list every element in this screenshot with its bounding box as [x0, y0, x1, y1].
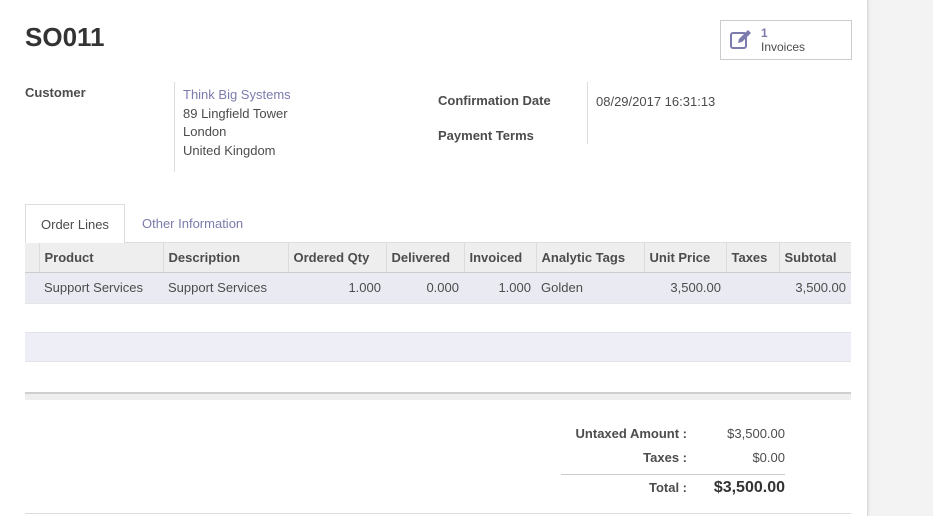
invoices-count: 1: [761, 26, 768, 40]
cell-subtotal: 3,500.00: [779, 272, 851, 304]
invoices-smart-button[interactable]: 1 Invoices: [720, 20, 852, 60]
record-title: SO011: [25, 22, 105, 52]
address-line: London: [183, 124, 227, 139]
column-header-description[interactable]: Description: [162, 243, 288, 273]
payment-terms-label: Payment Terms: [438, 128, 534, 143]
cell-unit-price: 3,500.00: [644, 272, 726, 304]
column-header-product[interactable]: Product: [38, 243, 163, 273]
column-header-analytic-tags[interactable]: Analytic Tags: [535, 243, 644, 273]
confirmation-date-value: 08/29/2017 16:31:13: [596, 94, 716, 109]
address-line: 89 Lingfield Tower: [183, 105, 288, 121]
field-divider: [174, 82, 175, 172]
totals-panel: Untaxed Amount : $3,500.00 Taxes : $0.00…: [485, 426, 785, 504]
taxes-label: Taxes :: [643, 450, 687, 465]
cell-analytic-tags: Golden: [536, 272, 644, 304]
handle-column-header: [25, 243, 39, 273]
notebook-tabs: Order Lines Other Information: [25, 204, 851, 244]
total-value: $3,500.00: [713, 479, 785, 496]
column-header-taxes[interactable]: Taxes: [725, 243, 779, 273]
column-header-ordered-qty[interactable]: Ordered Qty: [287, 243, 386, 273]
confirmation-date-label: Confirmation Date: [438, 93, 551, 108]
invoices-label: Invoices: [761, 40, 806, 54]
order-lines-table: Product Description Ordered Qty Delivere…: [25, 243, 851, 304]
total-label: Total :: [648, 480, 687, 495]
divider: [25, 513, 851, 514]
customer-address: Think Big Systems 89 Lingfield Tower Lon…: [183, 86, 291, 160]
column-header-delivered[interactable]: Delivered: [385, 243, 464, 273]
cell-taxes: [726, 272, 779, 304]
cell-invoiced: 1.000: [464, 272, 536, 304]
column-header-unit-price[interactable]: Unit Price: [643, 243, 726, 273]
table-footer: [25, 392, 851, 400]
cell-product: Support Services: [39, 272, 163, 304]
untaxed-amount-value: $3,500.00: [727, 426, 785, 441]
tab-other-information[interactable]: Other Information: [127, 204, 258, 244]
cell-ordered-qty: 1.000: [288, 272, 386, 304]
tab-order-lines[interactable]: Order Lines: [25, 204, 125, 244]
taxes-value: $0.00: [752, 450, 785, 465]
untaxed-amount-label: Untaxed Amount :: [575, 426, 687, 441]
form-sheet: SO011 1 Invoices Customer Think Big Syst…: [0, 0, 868, 516]
column-header-invoiced[interactable]: Invoiced: [463, 243, 536, 273]
address-line: United Kingdom: [183, 142, 276, 158]
row-handle: [25, 272, 39, 304]
customer-link[interactable]: Think Big Systems: [183, 86, 291, 105]
customer-label: Customer: [25, 85, 86, 100]
edit-icon: [721, 29, 761, 51]
empty-row: [25, 332, 851, 362]
field-divider: [587, 82, 588, 144]
table-row[interactable]: Support Services Support Services 1.000 …: [25, 272, 851, 304]
cell-description: Support Services: [163, 272, 288, 304]
cell-delivered: 0.000: [386, 272, 464, 304]
column-header-subtotal[interactable]: Subtotal: [778, 243, 851, 273]
